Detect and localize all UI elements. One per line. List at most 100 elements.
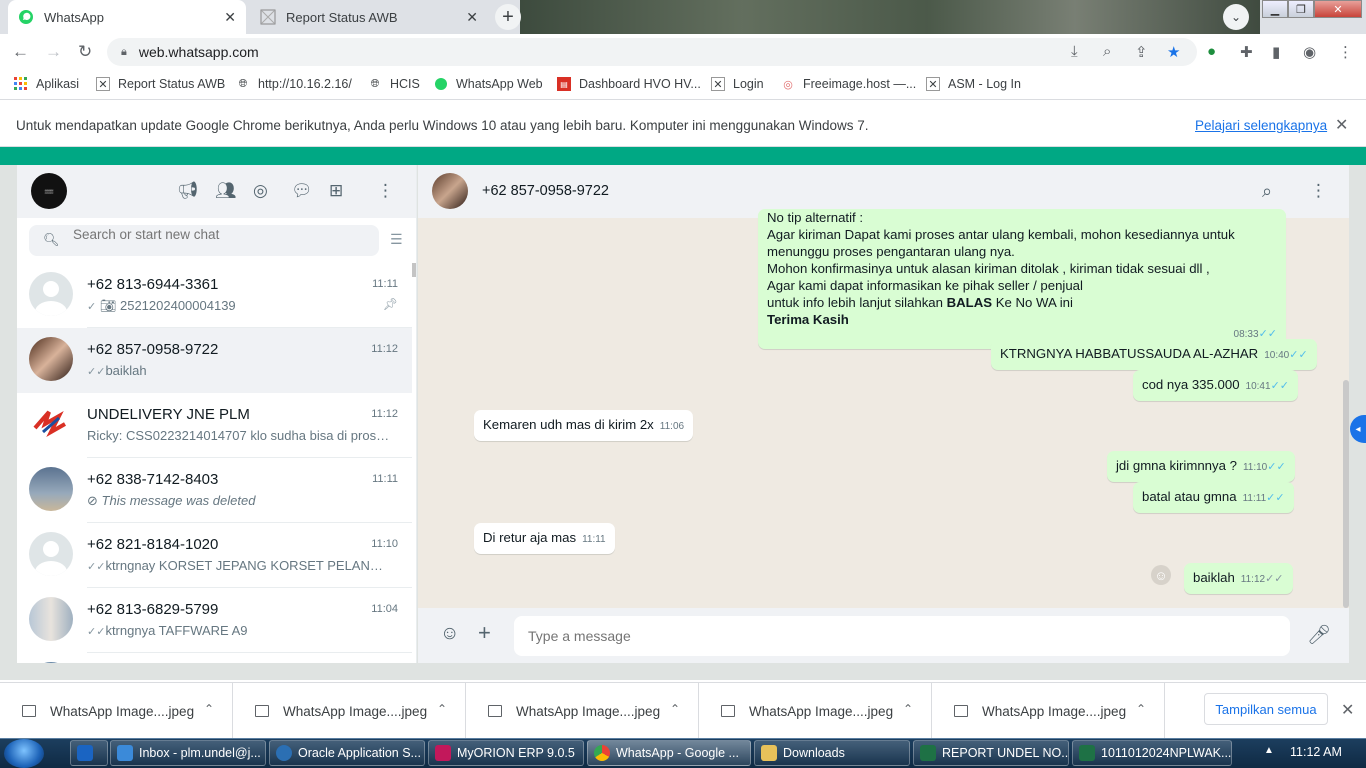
- side-panel-icon[interactable]: ▮: [1272, 43, 1280, 61]
- task-inbox[interactable]: Inbox - plm.undel@j...: [110, 740, 266, 766]
- extensions-puzzle-icon[interactable]: ✚: [1240, 43, 1253, 61]
- profile-avatar-icon[interactable]: ◉: [1303, 43, 1316, 61]
- zoom-icon[interactable]: ⌕: [1103, 43, 1111, 60]
- message-bubble[interactable]: Kemaren udh mas di kirim 2x 11:06: [474, 410, 694, 441]
- download-item[interactable]: WhatsApp Image....jpeg ⌃: [0, 683, 233, 739]
- filter-icon[interactable]: ☰: [390, 231, 403, 248]
- minimize-button[interactable]: ▁: [1262, 0, 1288, 18]
- install-app-icon[interactable]: ⤓: [1071, 43, 1078, 60]
- reload-icon[interactable]: ↻: [78, 42, 92, 62]
- task-myorion[interactable]: MyORION ERP 9.0.5: [428, 740, 584, 766]
- chevron-up-icon[interactable]: ⌃: [670, 702, 680, 716]
- close-tab-icon[interactable]: ✕: [224, 9, 236, 26]
- message-bubble[interactable]: jdi gmna kirimnnya ? 11:10✓✓: [1107, 451, 1295, 482]
- bookmark-login[interactable]: ✕ Login: [711, 77, 764, 91]
- chevron-up-icon[interactable]: ⌃: [1136, 702, 1146, 716]
- tab-title: WhatsApp: [44, 9, 104, 25]
- downloads-bar: WhatsApp Image....jpeg ⌃ WhatsApp Image..…: [0, 682, 1366, 739]
- update-infobar: Untuk mendapatkan update Google Chrome b…: [0, 101, 1366, 147]
- share-icon[interactable]: ⇪: [1135, 43, 1148, 61]
- bookmark-report-status[interactable]: ✕ Report Status AWB: [96, 77, 225, 91]
- system-clock[interactable]: 11:12 AM: [1290, 745, 1342, 759]
- maximize-button[interactable]: ❐: [1288, 0, 1314, 18]
- extension-whatsapp-icon[interactable]: ●: [1207, 43, 1216, 60]
- microphone-icon[interactable]: 🎤︎: [1307, 623, 1331, 647]
- list-item[interactable]: +62 813-6829-5799 11:04 ✓✓ktrngnya TAFFW…: [17, 588, 412, 653]
- search-input[interactable]: [73, 224, 353, 244]
- close-tab-icon[interactable]: ✕: [466, 9, 478, 26]
- download-item[interactable]: WhatsApp Image....jpeg ⌃: [699, 683, 932, 739]
- message-bubble[interactable]: KTRNGNYA HABBATUSSAUDA AL-AZHAR 10:40✓✓: [991, 339, 1317, 370]
- download-item[interactable]: WhatsApp Image....jpeg ⌃: [233, 683, 466, 739]
- emoji-icon[interactable]: ☺: [440, 623, 459, 645]
- attach-plus-icon[interactable]: +: [478, 620, 491, 646]
- double-tick-icon: ✓✓: [1266, 492, 1285, 504]
- message-input[interactable]: [514, 616, 1290, 656]
- list-item[interactable]: UNDELIVERY JNE PLM 11:12 Ricky: CSS02232…: [17, 393, 412, 458]
- task-report-excel[interactable]: REPORT UNDEL NO...: [913, 740, 1069, 766]
- reaction-emoji-icon[interactable]: ☺: [1151, 565, 1171, 585]
- search-icon: 🔍︎: [43, 232, 60, 247]
- back-icon[interactable]: ←: [12, 42, 29, 62]
- list-item[interactable]: +62 821-8184-1020 11:10 ✓✓ktrngnay KORSE…: [17, 523, 412, 588]
- message-bubble[interactable]: batal atau gmna 11:11✓✓: [1133, 482, 1294, 513]
- bookmark-freeimage[interactable]: ◎ Freeimage.host —...: [781, 77, 916, 91]
- bookmark-ip[interactable]: 🌐︎ http://10.16.2.16/: [236, 77, 352, 91]
- new-chat-icon[interactable]: ⊞: [329, 181, 343, 201]
- tab-whatsapp[interactable]: WhatsApp ✕: [8, 0, 246, 34]
- menu-icon[interactable]: ⋮: [1310, 181, 1327, 201]
- contact-avatar[interactable]: [432, 173, 468, 209]
- communities-megaphone-icon[interactable]: 📢︎: [177, 181, 199, 201]
- task-outlook-pinned[interactable]: [70, 740, 108, 766]
- chrome-menu-icon[interactable]: ⋮: [1338, 43, 1353, 61]
- close-window-button[interactable]: ✕: [1314, 0, 1362, 18]
- tab-search-icon[interactable]: ⌄: [1223, 4, 1249, 30]
- menu-icon[interactable]: ⋮: [377, 181, 394, 201]
- bookmark-whatsapp-web[interactable]: WhatsApp Web: [434, 77, 543, 91]
- bookmark-apps[interactable]: Aplikasi: [14, 77, 79, 91]
- bookmark-hcis[interactable]: 🌐︎ HCIS: [368, 77, 420, 91]
- my-avatar[interactable]: ▒▒▒: [31, 173, 67, 209]
- learn-more-link[interactable]: Pelajari selengkapnya: [1195, 118, 1327, 133]
- show-all-button[interactable]: Tampilkan semua: [1204, 693, 1328, 725]
- message-bubble[interactable]: cod nya 335.000 10:41✓✓: [1133, 370, 1298, 401]
- tab-report-status[interactable]: Report Status AWB ✕: [250, 0, 488, 34]
- chat-list: +62 813-6944-3361 11:11 ✓ 📷︎ 25212024000…: [17, 263, 416, 663]
- chevron-up-icon[interactable]: ⌃: [903, 702, 913, 716]
- channels-icon[interactable]: 💬︎: [291, 181, 313, 201]
- conversation-scrollbar[interactable]: [1343, 380, 1349, 608]
- message-bubble[interactable]: No tip alternatif : Agar kiriman Dapat k…: [758, 209, 1286, 349]
- task-oracle[interactable]: Oracle Application S...: [269, 740, 425, 766]
- chevron-up-icon[interactable]: ⌃: [437, 702, 447, 716]
- close-icon[interactable]: ✕: [1341, 700, 1354, 720]
- address-bar[interactable]: 🔒︎ web.whatsapp.com: [107, 38, 1197, 66]
- forward-icon[interactable]: →: [45, 42, 62, 62]
- task-excel-file[interactable]: 1011012024NPLWAK...: [1072, 740, 1232, 766]
- chevron-up-icon[interactable]: ⌃: [204, 702, 214, 716]
- task-downloads[interactable]: Downloads: [754, 740, 910, 766]
- deleted-icon: ⊘: [87, 493, 98, 508]
- bookmark-dashboard[interactable]: ▤ Dashboard HVO HV...: [557, 77, 701, 91]
- new-tab-button[interactable]: +: [495, 4, 521, 30]
- start-button[interactable]: [4, 739, 44, 768]
- search-icon[interactable]: ⌕: [1262, 181, 1272, 202]
- chat-sidebar: ▒▒▒ 📢︎ 👥︎ ◎ 💬︎ ⊞ ⋮ 🔍︎ ☰ +62 813-6944-336…: [17, 165, 417, 663]
- message-bubble[interactable]: Di retur aja mas 11:11: [474, 523, 615, 554]
- download-item[interactable]: WhatsApp Image....jpeg ⌃: [466, 683, 699, 739]
- task-whatsapp-chrome[interactable]: WhatsApp - Google ...: [587, 740, 751, 766]
- close-icon[interactable]: ✕: [1335, 115, 1348, 135]
- download-item[interactable]: WhatsApp Image....jpeg ⌃: [932, 683, 1165, 739]
- tray-chevron-icon[interactable]: ▲: [1264, 745, 1274, 756]
- communities-icon[interactable]: 👥︎: [215, 181, 237, 201]
- chatlist-scrollbar[interactable]: [412, 263, 416, 277]
- list-item[interactable]: [17, 653, 412, 663]
- list-item[interactable]: +62 813-6944-3361 11:11 ✓ 📷︎ 25212024000…: [17, 263, 412, 328]
- message-bubble[interactable]: baiklah 11:12✓✓: [1184, 563, 1293, 594]
- single-tick-icon: ✓: [87, 301, 97, 313]
- bookmark-star-icon[interactable]: ★: [1167, 43, 1180, 61]
- bookmark-asm[interactable]: ✕ ASM - Log In: [926, 77, 1021, 91]
- list-item[interactable]: +62 838-7142-8403 11:11 ⊘ This message w…: [17, 458, 412, 523]
- double-tick-icon: ✓✓: [87, 366, 106, 378]
- status-icon[interactable]: ◎: [253, 181, 268, 201]
- list-item[interactable]: +62 857-0958-9722 11:12 ✓✓baiklah: [17, 328, 412, 393]
